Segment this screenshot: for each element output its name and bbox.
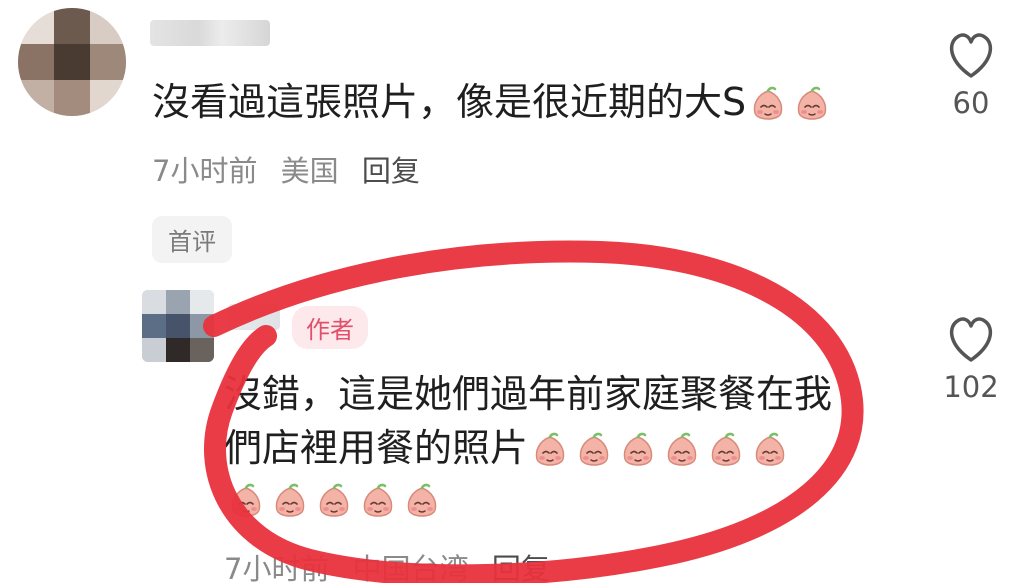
comment-meta-2: 7小时前 中国台湾 回复 (224, 546, 564, 588)
comment-meta-1: 7小时前 美国 回复 (152, 148, 434, 190)
username-blurred-2[interactable] (228, 304, 280, 330)
comment-time-1: 7小时前 (152, 154, 258, 188)
author-tag: 作者 (292, 306, 368, 349)
peach-face-emoji (275, 483, 305, 517)
comment-time-2: 7小时前 (224, 552, 330, 586)
comment-text-1: 沒看過這張照片，像是很近期的大S (152, 76, 834, 128)
peach-face-emoji (319, 483, 349, 517)
comment-location-2: 中国台湾 (352, 552, 469, 586)
peach-face-emoji (407, 483, 437, 517)
comment-text-2-line1: 沒錯，這是她們過年前家庭聚餐在我 (224, 372, 833, 416)
heart-outline-icon[interactable] (936, 310, 1006, 366)
first-comment-badge: 首评 (152, 216, 232, 263)
peach-face-emoji (579, 432, 609, 466)
peach-face-emoji (231, 483, 261, 517)
user-avatar-2[interactable] (142, 290, 214, 362)
like-button-1[interactable]: 60 (936, 26, 1006, 120)
peach-face-emoji (667, 432, 697, 466)
emoji-row-2 (224, 482, 444, 522)
emoji-group-1 (746, 80, 834, 124)
peach-face-emoji (363, 483, 393, 517)
user-avatar-1[interactable] (18, 8, 126, 116)
reply-button-1[interactable]: 回复 (362, 154, 420, 188)
peach-face-emoji (755, 432, 785, 466)
reply-button-2[interactable]: 回复 (492, 552, 550, 586)
peach-face-emoji (711, 432, 741, 466)
heart-outline-icon[interactable] (936, 26, 1006, 82)
comment-location-1: 美国 (280, 154, 339, 188)
username-blurred-1[interactable] (150, 20, 270, 46)
peach-face-emoji (535, 432, 565, 466)
comment-text-2-line2-body: 們店裡用餐的照片 (224, 426, 529, 470)
peach-face-emoji (623, 432, 653, 466)
peach-face-emoji (753, 86, 783, 120)
like-button-2[interactable]: 102 (936, 310, 1006, 404)
comment-text-2-line2: 們店裡用餐的照片 (224, 422, 792, 474)
emoji-group-2 (528, 426, 792, 470)
like-count-1: 60 (952, 86, 990, 120)
comment-text-1-body: 沒看過這張照片，像是很近期的大S (152, 80, 747, 124)
peach-face-emoji (797, 86, 827, 120)
like-count-2: 102 (943, 370, 999, 404)
